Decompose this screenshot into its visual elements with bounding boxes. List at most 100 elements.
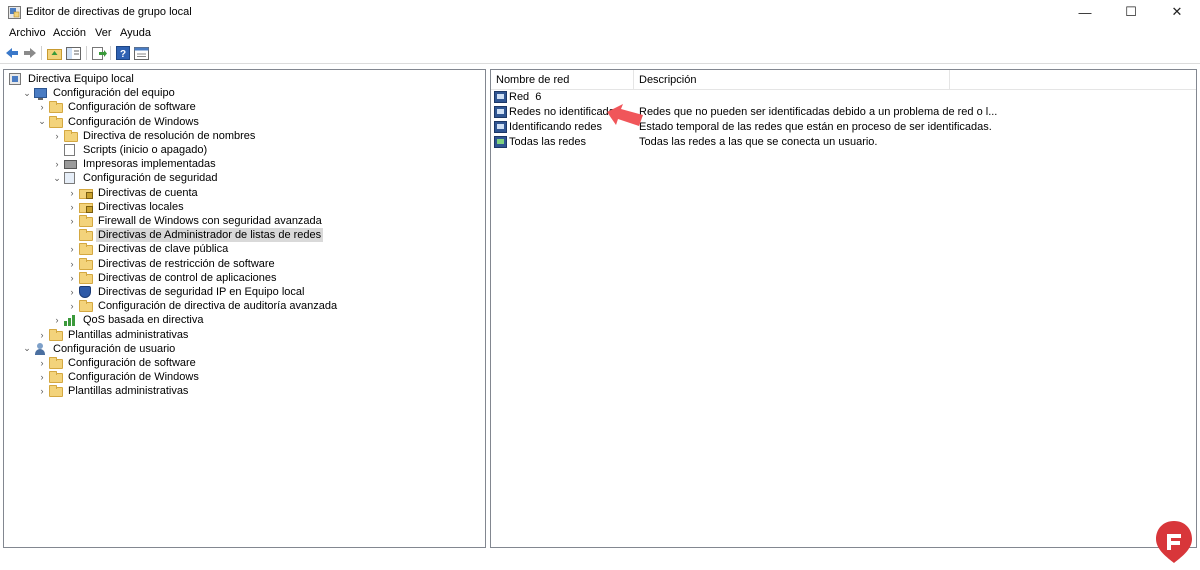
column-header-name[interactable]: Nombre de red [491,70,634,90]
network-name-cell: Identificando redes [494,120,602,134]
export-list-icon[interactable] [91,45,107,61]
folder-icon [79,257,93,270]
toolbar-separator [86,46,87,60]
tree-node-label: Configuración del equipo [53,87,175,100]
tree-node[interactable]: › Directivas de clave pública [67,242,230,256]
tree-node[interactable]: › Configuración de software [37,356,198,370]
folder-icon [64,129,78,142]
chevron-right-icon[interactable]: › [52,157,62,171]
chevron-down-icon[interactable]: ⌄ [52,171,62,185]
tree-node[interactable]: ⌄ Configuración de Windows [37,115,201,129]
menu-ayuda[interactable]: Ayuda [120,27,151,39]
tree-node[interactable]: › Directivas de restricción de software [67,257,277,271]
tree-node-label: Configuración de Windows [68,115,199,128]
chevron-right-icon[interactable]: › [37,384,47,398]
folder-icon [49,328,63,341]
folder-icon [49,385,63,398]
details-pane[interactable]: Nombre de red Descripción Red 6 Redes no … [490,69,1197,548]
menu-ver[interactable]: Ver [95,27,112,39]
network-name: Red 6 [509,91,542,103]
tree-node-label: Directivas de restricción de software [98,257,275,270]
tree-node[interactable]: › Configuración de software [37,100,198,114]
chevron-right-icon[interactable]: › [67,285,77,299]
chevron-right-icon[interactable]: › [67,200,77,214]
folder-icon [79,243,93,256]
network-icon [494,121,507,133]
chevron-down-icon[interactable]: ⌄ [22,86,32,100]
toolbar-separator [110,46,111,60]
tree-node-label: Firewall de Windows con seguridad avanza… [98,215,322,227]
network-description: Estado temporal de las redes que están e… [639,121,992,133]
help-icon[interactable]: ? [115,45,131,61]
tree-node[interactable]: Directiva Equipo local [7,72,136,86]
tree-node[interactable]: ⌄ Configuración del equipo [22,86,177,101]
chevron-right-icon[interactable]: › [37,356,47,370]
list-item[interactable]: Redes no identificadas Redes que no puede… [491,105,1196,119]
tree-node[interactable]: › Impresoras implementadas [52,157,218,171]
tree-node[interactable]: › Configuración de directiva de auditoría… [67,299,339,313]
tree-node[interactable]: › Directivas de seguridad IP en Equipo lo… [67,285,306,299]
list-item[interactable]: Red 6 [491,90,1196,104]
toolbar: ? [0,42,1200,64]
chevron-right-icon[interactable]: › [67,271,77,285]
menu-archivo[interactable]: Archivo [9,27,46,39]
menu-accion[interactable]: Acción [53,27,86,39]
chevron-right-icon[interactable]: › [37,370,47,384]
tree-node[interactable]: ⌄ Configuración de seguridad [52,171,220,185]
chevron-right-icon[interactable]: › [37,100,47,114]
tree-node[interactable]: Directivas de Administrador de listas de… [67,228,324,243]
lock-folder-icon [79,201,93,213]
window-title: Editor de directivas de grupo local [26,6,192,18]
chevron-down-icon[interactable]: ⌄ [37,115,47,129]
chevron-right-icon[interactable]: › [67,299,77,313]
tree-node[interactable]: › Plantillas administrativas [37,384,190,398]
tree-node[interactable]: ⌄ Configuración de usuario [22,342,177,356]
tree-node[interactable]: › Directivas de cuenta [67,186,200,200]
security-icon [64,172,78,185]
tree-node-label: Plantillas administrativas [68,385,189,398]
tree-node[interactable]: › Plantillas administrativas [37,328,190,342]
network-name: Todas las redes [509,136,587,148]
tree-node-label: Scripts (inicio o apagado) [83,144,208,156]
computer-icon [34,87,48,101]
tree-node[interactable]: Scripts (inicio o apagado) [52,143,209,157]
console-tree-pane[interactable]: Directiva Equipo local ⌄ Configuración del… [3,69,486,548]
up-folder-icon[interactable] [46,45,62,61]
column-header-description[interactable]: Descripción [634,70,950,90]
list-item[interactable]: Todas las redes Todas las redes a las que… [491,135,1196,149]
toolbar-separator [41,46,42,60]
show-hide-tree-icon[interactable] [65,45,81,61]
tree-node[interactable]: › Directivas de control de aplicaciones [67,271,279,285]
chevron-right-icon[interactable]: › [67,257,77,271]
tree-node[interactable]: › Directiva de resolución de nombres [52,129,257,143]
tree-node-label: Configuración de usuario [53,342,176,355]
tree-node[interactable]: › Firewall de Windows con seguridad avanz… [67,214,324,228]
folder-icon [79,229,93,242]
chevron-right-icon[interactable]: › [52,313,62,327]
tree-node[interactable]: › QoS basada en directiva [52,313,205,327]
tree-node-label: Directiva de resolución de nombres [83,129,256,142]
minimize-button[interactable]: — [1062,0,1108,24]
tree-node-label: Configuración de software [68,357,196,369]
list-item[interactable]: Identificando redes Estado temporal de la… [491,120,1196,134]
bar-chart-icon [64,314,78,327]
chevron-right-icon[interactable]: › [67,214,77,228]
forward-arrow-icon[interactable] [22,45,38,61]
properties-icon[interactable] [133,45,149,61]
tree-node[interactable]: › Directivas locales [67,200,186,214]
chevron-right-icon[interactable]: › [67,242,77,256]
lock-folder-icon [79,187,93,199]
maximize-button[interactable]: ☐ [1108,0,1154,24]
close-button[interactable]: ✕ [1154,0,1200,24]
folder-icon [79,300,93,313]
back-arrow-icon[interactable] [4,45,20,61]
tree-node[interactable]: › Configuración de Windows [37,370,201,384]
tree-node-label: Configuración de software [68,101,196,114]
folder-icon [49,357,63,369]
chevron-down-icon[interactable]: ⌄ [22,342,32,356]
chevron-right-icon[interactable]: › [67,186,77,200]
chevron-right-icon[interactable]: › [52,129,62,143]
chevron-right-icon[interactable]: › [37,328,47,342]
svg-text:?: ? [120,49,126,60]
